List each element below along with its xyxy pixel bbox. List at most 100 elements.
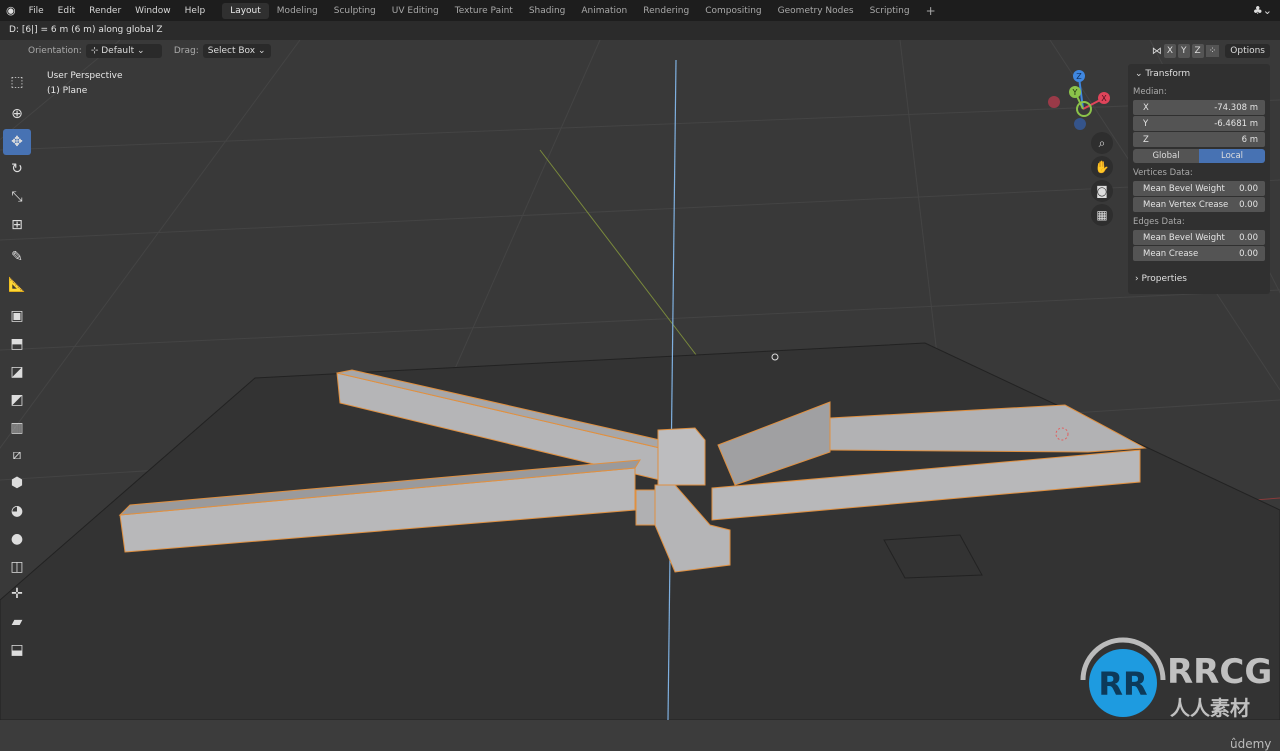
bevel-icon[interactable]: ◩ (3, 387, 31, 413)
axis-x-toggle[interactable]: X (1163, 44, 1177, 58)
tab-shading[interactable]: Shading (521, 3, 574, 19)
properties-header[interactable]: › Properties (1133, 271, 1265, 287)
rrcg-logo: RR RRCG 人人素材 (1080, 637, 1272, 720)
drag-value: Select Box (207, 46, 256, 56)
tab-layout[interactable]: Layout (222, 2, 269, 19)
shrink-fatten-icon[interactable]: ✛ (3, 581, 31, 607)
auto-merge-icon[interactable]: ⁘ (1205, 45, 1220, 57)
status-text: D: [6|] = 6 m (6 m) along global Z (0, 21, 1280, 40)
edge-crease-field[interactable]: Mean Crease 0.00 (1133, 246, 1265, 261)
menu-file[interactable]: File (22, 6, 51, 16)
tab-animation[interactable]: Animation (573, 3, 635, 19)
vertices-data-label: Vertices Data: (1133, 168, 1193, 178)
extrude-icon[interactable]: ⬒ (3, 331, 31, 357)
blender-logo-icon[interactable]: ◉ (0, 4, 22, 17)
transform-title: Transform (1145, 69, 1191, 79)
svg-text:RRCG: RRCG (1167, 652, 1272, 692)
transform-icon[interactable]: ⊞ (3, 212, 31, 238)
field-label: Mean Bevel Weight (1143, 232, 1225, 243)
vertex-crease-field[interactable]: Mean Vertex Crease 0.00 (1133, 197, 1265, 212)
select-box-icon[interactable]: ⬚ (3, 69, 31, 95)
tab-scripting[interactable]: Scripting (862, 3, 918, 19)
udemy-label: ûdemy (1230, 737, 1272, 751)
menu-render[interactable]: Render (82, 6, 128, 16)
x-value: -74.308 m (1214, 102, 1258, 113)
field-value: 0.00 (1239, 183, 1258, 194)
field-value: 0.00 (1239, 248, 1258, 259)
options-dropdown[interactable]: Options (1225, 44, 1270, 58)
tab-modeling[interactable]: Modeling (269, 3, 326, 19)
tab-geometry-nodes[interactable]: Geometry Nodes (770, 3, 862, 19)
perspective-label: User Perspective (47, 71, 123, 81)
scene-canvas[interactable]: Z Y X (0, 40, 1280, 720)
gizmo-x-label: X (1101, 94, 1107, 103)
x-label: X (1143, 102, 1149, 113)
space-toggle: Global Local (1133, 149, 1265, 163)
gizmo-y-label: Y (1072, 88, 1078, 97)
orientation-label: Orientation: (28, 46, 82, 56)
median-x-field[interactable]: X -74.308 m (1133, 100, 1265, 115)
poly-build-icon[interactable]: ⬢ (3, 470, 31, 496)
camera-icon[interactable]: ◙ (1091, 180, 1113, 202)
z-value: 6 m (1241, 134, 1258, 145)
toolbar: ⬚ ⊕ ✥ ↻ ⤡ ⊞ ✎ 📐 ▣ ⬒ ◪ ◩ ▥ ⧄ ⬢ ◕ ● ◫ ✛ ▰ ⬓ (3, 69, 31, 665)
local-button[interactable]: Local (1199, 149, 1265, 163)
axis-y-toggle[interactable]: Y (1178, 44, 1190, 58)
edge-slide-icon[interactable]: ◫ (3, 554, 31, 580)
field-label: Mean Vertex Crease (1143, 199, 1229, 210)
vertex-bevel-weight-field[interactable]: Mean Bevel Weight 0.00 (1133, 181, 1265, 196)
field-label: Mean Crease (1143, 248, 1199, 259)
properties-title: Properties (1141, 274, 1187, 284)
loop-cut-icon[interactable]: ▥ (3, 415, 31, 441)
3d-viewport[interactable]: Z Y X Orientation: ⊹ Default ⌄ Drag: Sel… (0, 40, 1280, 751)
y-axis-line (539, 149, 701, 361)
orientation-value: Default (101, 46, 135, 56)
add-cube-icon[interactable]: ▣ (3, 303, 31, 329)
menu-edit[interactable]: Edit (51, 6, 82, 16)
smooth-icon[interactable]: ● (3, 526, 31, 552)
tab-compositing[interactable]: Compositing (697, 3, 769, 19)
move-icon[interactable]: ✥ (3, 128, 31, 155)
cursor-icon[interactable]: ⊕ (3, 101, 31, 127)
axis-z-toggle[interactable]: Z (1191, 44, 1204, 58)
hand-pan-icon[interactable]: ✋ (1091, 156, 1113, 178)
drag-label: Drag: (173, 46, 199, 56)
drag-dropdown[interactable]: Select Box ⌄ (202, 44, 271, 58)
navigation-gizmo[interactable]: Z Y X (1048, 70, 1110, 130)
menu-window[interactable]: Window (128, 6, 178, 16)
tab-sculpting[interactable]: Sculpting (326, 3, 384, 19)
measure-icon[interactable]: 📐 (3, 272, 31, 298)
object-label: (1) Plane (47, 86, 88, 96)
orientation-dropdown[interactable]: ⊹ Default ⌄ (85, 44, 162, 58)
scale-icon[interactable]: ⤡ (3, 184, 31, 210)
inset-icon[interactable]: ◪ (3, 359, 31, 385)
edges-data-label: Edges Data: (1133, 217, 1185, 227)
viewport-header: Orientation: ⊹ Default ⌄ Drag: Select Bo… (0, 40, 1280, 62)
mirror-icon: ⋈ (1151, 45, 1162, 57)
add-workspace-button[interactable]: + (918, 1, 944, 21)
global-button[interactable]: Global (1133, 149, 1199, 163)
grid-view-icon[interactable]: ▦ (1091, 204, 1113, 226)
shear-icon[interactable]: ▰ (3, 609, 31, 635)
y-label: Y (1143, 118, 1149, 129)
svg-text:人人素材: 人人素材 (1170, 696, 1250, 720)
tab-uv-editing[interactable]: UV Editing (384, 3, 447, 19)
scene-selector-icon[interactable]: ♣⌄ (1253, 4, 1272, 17)
rrcg-watermark: RR RRCG 人人素材 ûdemy (1075, 625, 1280, 751)
rotate-icon[interactable]: ↻ (3, 156, 31, 182)
edge-bevel-weight-field[interactable]: Mean Bevel Weight 0.00 (1133, 230, 1265, 245)
sidebar-transform-panel: ⌄ Transform Median: X -74.308 m Y -6.4681 … (1128, 64, 1270, 294)
menu-help[interactable]: Help (178, 6, 213, 16)
median-y-field[interactable]: Y -6.4681 m (1133, 116, 1265, 131)
field-label: Mean Bevel Weight (1143, 183, 1225, 194)
tab-rendering[interactable]: Rendering (635, 3, 697, 19)
knife-icon[interactable]: ⧄ (3, 442, 31, 468)
annotate-icon[interactable]: ✎ (3, 244, 31, 270)
spin-icon[interactable]: ◕ (3, 498, 31, 524)
median-z-field[interactable]: Z 6 m (1133, 132, 1265, 147)
tab-texture-paint[interactable]: Texture Paint (447, 3, 521, 19)
orientation-icon: ⊹ (90, 46, 102, 56)
transform-header[interactable]: ⌄ Transform (1133, 66, 1265, 82)
rip-region-icon[interactable]: ⬓ (3, 637, 31, 663)
zoom-icon[interactable]: ⌕ (1091, 132, 1113, 154)
